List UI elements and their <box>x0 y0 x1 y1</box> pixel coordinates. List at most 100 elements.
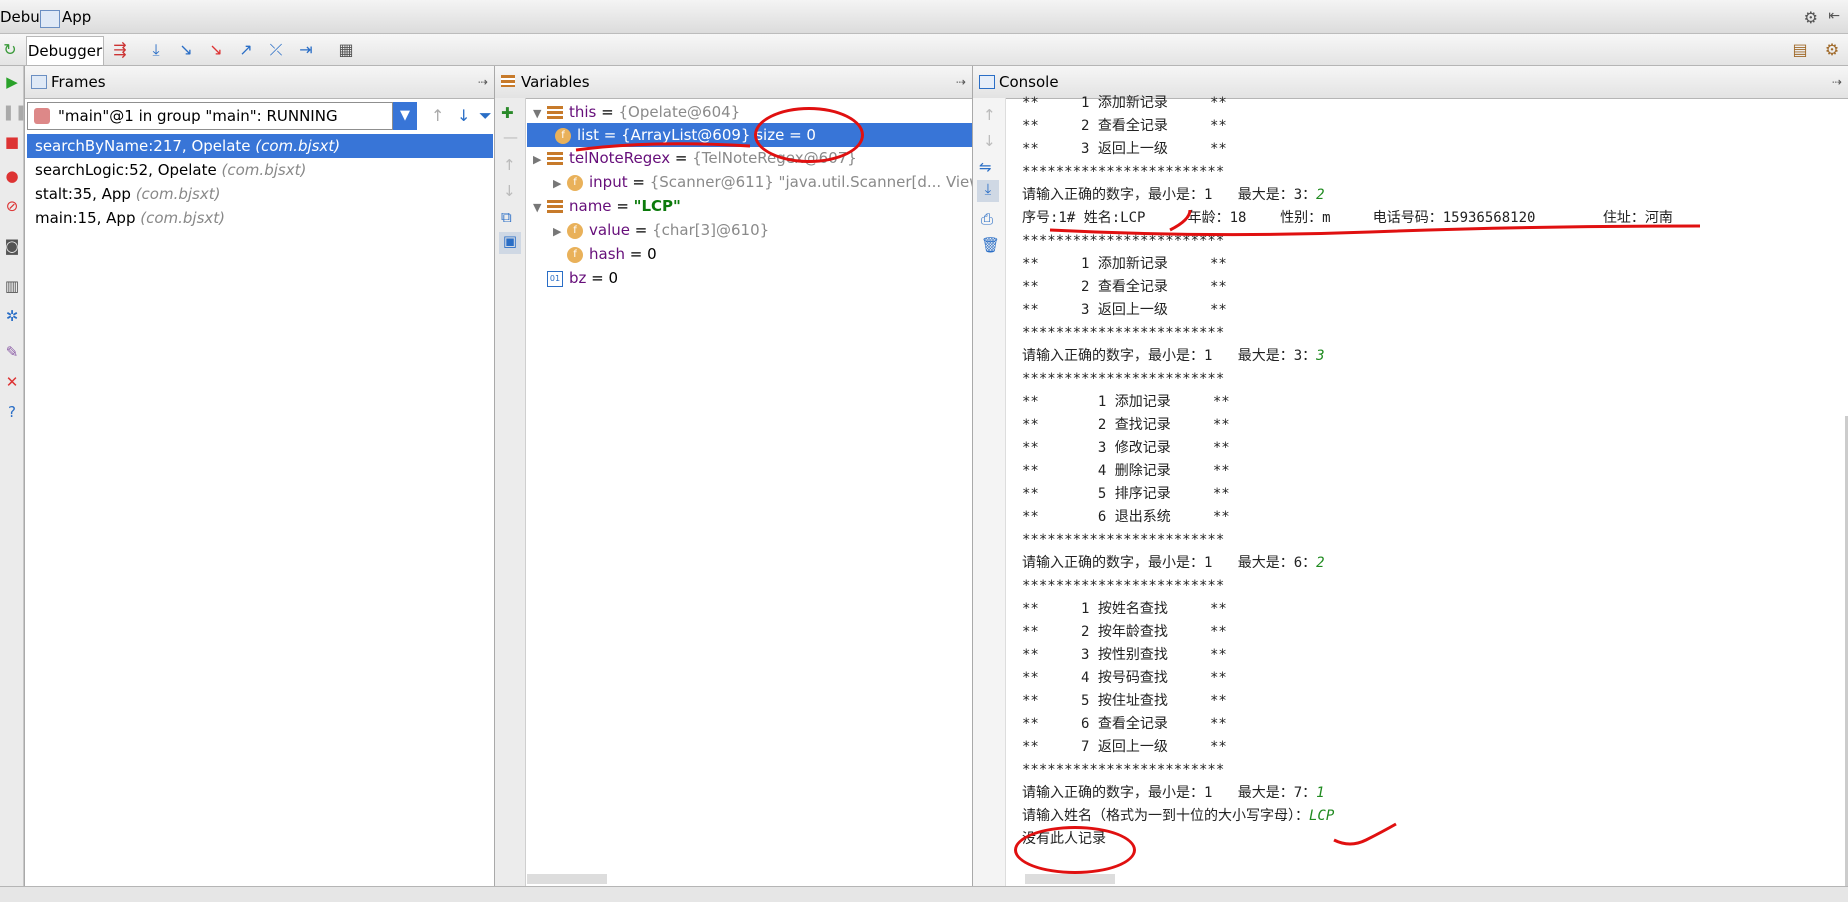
console-text: ************************ <box>1022 762 1225 778</box>
frame-row[interactable]: searchByName:217, Opelate (com.bjsxt) <box>27 134 493 158</box>
hide-icon[interactable]: ⇢ <box>1832 66 1842 98</box>
view-breakpoints-icon[interactable]: ● <box>2 166 22 186</box>
step-out-icon[interactable]: ↗ <box>236 40 256 60</box>
console-text: 请输入正确的数字，最小是：1 最大是：6： <box>1022 555 1317 571</box>
var-this[interactable]: ▼ this = {Opelate@604} <box>533 100 740 124</box>
rerun-icon[interactable]: ↻ <box>0 40 20 60</box>
restore-layout-icon[interactable]: ▤ <box>1790 40 1810 60</box>
variables-header: Variables ⇢ <box>495 66 972 99</box>
close-icon[interactable]: ✕ <box>2 372 22 392</box>
frame-row[interactable]: main:15, App (com.bjsxt) <box>27 206 493 230</box>
console-text: ************************ <box>1022 578 1225 594</box>
console-line: ** 1 按姓名查找 ** <box>1022 598 1227 621</box>
move-down-icon[interactable]: ↓ <box>503 182 516 200</box>
annotation-underlines <box>575 142 1701 237</box>
console-horizontal-scrollbar[interactable] <box>1025 874 1115 884</box>
up-arrow-icon[interactable]: ↑ <box>431 106 444 125</box>
resume-icon[interactable]: ▶ <box>2 72 22 92</box>
thread-dropdown-button[interactable]: ▼ <box>393 102 417 130</box>
hide-icon[interactable]: ⇢ <box>478 66 488 98</box>
settings-layout-icon[interactable]: ⚙ <box>1822 40 1842 60</box>
gear-icon[interactable]: ⚙ <box>1804 8 1818 27</box>
console-line: ************************ <box>1022 322 1224 345</box>
console-line: ** 6 退出系统 ** <box>1022 506 1230 529</box>
console-line: ** 5 按住址查找 ** <box>1022 690 1227 713</box>
console-text: ** 2 按年龄查找 ** <box>1022 624 1227 640</box>
console-text: 没有此人记录 <box>1022 831 1106 847</box>
frame-row[interactable]: searchLogic:52, Opelate (com.bjsxt) <box>27 158 493 182</box>
debug-toolbar: ↻ Debugger ⇶ ⤓ ↘ ↘ ↗ ⤫ ⇥ ▦ ▤ ⚙ <box>0 34 1848 66</box>
mute-breakpoints-icon[interactable]: ⊘ <box>2 196 22 216</box>
variables-side-toolbar: ✚ — ↑ ↓ ⧉ ▣ <box>495 98 526 886</box>
var-bz[interactable]: 01 bz = 0 <box>547 266 618 290</box>
console-line: ** 6 查看全记录 ** <box>1022 713 1227 736</box>
frame-package: (com.bjsxt) <box>221 161 307 179</box>
console-text: 请输入正确的数字，最小是：1 最大是：3： <box>1022 348 1317 364</box>
thread-label: "main"@1 in group "main": RUNNING <box>58 107 338 125</box>
tab-debugger[interactable]: Debugger <box>26 36 104 65</box>
down-arrow-icon[interactable]: ↓ <box>457 106 470 125</box>
console-user-input: 2 <box>1316 555 1325 571</box>
console-line: ** 1 添加记录 ** <box>1022 391 1230 414</box>
move-up-icon[interactable]: ↑ <box>503 156 516 174</box>
app-config-icon <box>40 10 60 28</box>
pin-icon[interactable]: ✎ <box>2 342 22 362</box>
stop-icon[interactable]: ■ <box>2 132 22 152</box>
new-watch-icon[interactable]: ✚ <box>501 104 514 122</box>
console-line: ** 2 查看全记录 ** <box>1022 115 1227 138</box>
hide-icon[interactable]: ⇢ <box>956 66 966 98</box>
pause-icon[interactable]: ❚❚ <box>2 102 27 122</box>
thread-selector[interactable]: "main"@1 in group "main": RUNNING <box>27 102 393 130</box>
restore-layout-icon-side[interactable]: ▥ <box>2 276 22 296</box>
console-text: ** 1 添加记录 ** <box>1022 394 1230 410</box>
settings-icon[interactable]: ✲ <box>2 306 22 326</box>
force-step-into-icon[interactable]: ↘ <box>206 40 226 60</box>
evaluate-expression-icon[interactable]: ▦ <box>336 40 356 60</box>
console-text: ** 2 查找记录 ** <box>1022 417 1230 433</box>
show-execution-point-icon[interactable]: ⇶ <box>110 40 130 60</box>
show-watches-icon[interactable]: ▣ <box>499 232 521 254</box>
console-text: ** 2 查看全记录 ** <box>1022 118 1227 134</box>
run-to-cursor-icon[interactable]: ⇥ <box>296 40 316 60</box>
console-text: ************************ <box>1022 532 1225 548</box>
console-line: ** 3 返回上一级 ** <box>1022 299 1227 322</box>
minimize-icon[interactable]: ⇤ <box>1828 8 1840 24</box>
step-over-icon[interactable]: ⤓ <box>146 40 166 60</box>
copy-icon[interactable]: ⧉ <box>501 208 512 226</box>
thread-icon <box>34 108 50 124</box>
get-thread-dump-icon[interactable]: ◙ <box>2 236 22 256</box>
console-icon <box>979 75 995 89</box>
frame-row[interactable]: stalt:35, App (com.bjsxt) <box>27 182 493 206</box>
variables-icon <box>501 75 515 87</box>
console-text: ** 6 查看全记录 ** <box>1022 716 1227 732</box>
annotation-squiggle <box>1333 822 1397 846</box>
frame-package: (com.bjsxt) <box>140 209 226 227</box>
console-text: ** 5 按住址查找 ** <box>1022 693 1227 709</box>
remove-watch-icon[interactable]: — <box>503 128 518 146</box>
step-into-icon[interactable]: ↘ <box>176 40 196 60</box>
console-line: ** 3 修改记录 ** <box>1022 437 1230 460</box>
primitive-icon: 01 <box>547 270 563 287</box>
drop-frame-icon[interactable]: ⤫ <box>266 40 286 60</box>
console-line: ************************ <box>1022 368 1224 391</box>
frame-method: main:15, App <box>35 209 136 227</box>
console-line: ** 2 按年龄查找 ** <box>1022 621 1227 644</box>
console-line: ** 5 排序记录 ** <box>1022 483 1230 506</box>
console-line: ** 3 按性别查找 ** <box>1022 644 1227 667</box>
console-text: ** 1 添加新记录 ** <box>1022 256 1227 272</box>
run-config-label[interactable]: App <box>62 8 91 26</box>
console-text: ** 1 添加新记录 ** <box>1022 95 1227 111</box>
console-user-input: 3 <box>1316 348 1325 364</box>
console-text: ** 3 返回上一级 ** <box>1022 302 1227 318</box>
frame-method: searchByName:217, Opelate <box>35 137 251 155</box>
frames-icon <box>31 75 47 89</box>
help-icon[interactable]: ? <box>2 402 22 422</box>
horizontal-scrollbar[interactable] <box>527 874 607 884</box>
frames-header: Frames ⇢ <box>25 66 494 99</box>
console-text: ** 3 修改记录 ** <box>1022 440 1230 456</box>
filter-icon[interactable]: ⏷ <box>479 106 492 126</box>
console-line: ************************ <box>1022 575 1224 598</box>
title-bar: Debug App ⚙ ⇤ <box>0 0 1848 34</box>
console-line: 请输入正确的数字，最小是：1 最大是：7：1 <box>1022 782 1325 805</box>
up-arrow-icon[interactable]: ↑ <box>983 106 996 124</box>
